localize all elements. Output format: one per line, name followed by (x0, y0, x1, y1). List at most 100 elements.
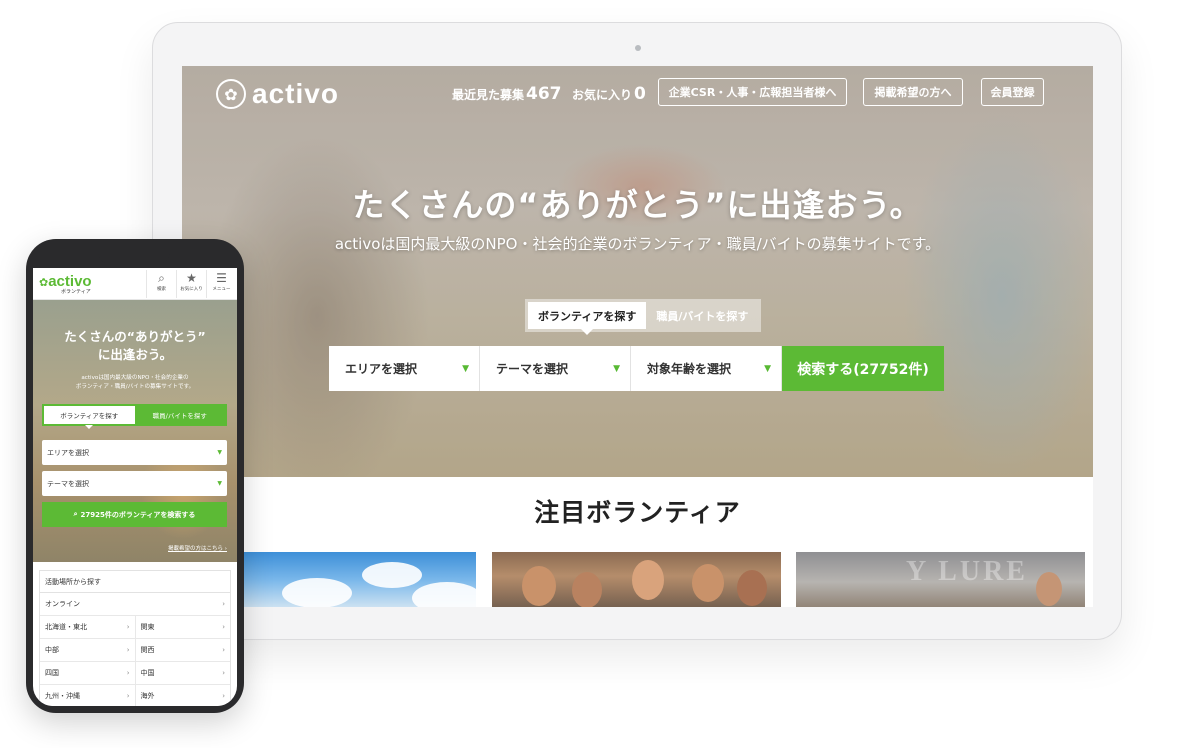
brand-logo[interactable]: ✿ activo (216, 78, 339, 110)
area-item-label: 海外 (140, 692, 155, 700)
desktop-hero: ✿ activo 最近見た募集 467 お気に入り 0 企業CSR・人事・広報担当者… (182, 66, 1093, 477)
mobile-listing-link[interactable]: 掲載希望の方はこちら › (168, 544, 227, 552)
hero-subtitle: activoは国内最大級のNPO・社会的企業のボランティア・職員/バイトの募集サ… (334, 235, 941, 253)
mobile-tab-volunteer[interactable]: ボランティアを探す (44, 406, 135, 429)
mobile-favorites-button[interactable]: ★ お気に入り (176, 270, 206, 298)
menu-icon: ☰ (216, 271, 227, 285)
mobile-brand-sub: ボランティア (61, 289, 91, 295)
mobile-hero-desc-line1: activoは国内最大級のNPO・社会的企業の (81, 375, 189, 381)
person-face (737, 570, 767, 606)
mobile-header: ✿activo ボランティア ⌕ 検索 ★ お気に入り ☰ メニュー (33, 268, 237, 300)
area-item[interactable]: 海外 › (134, 685, 231, 706)
area-item-label: 関西 (140, 646, 155, 654)
menu-label: メニュー (212, 287, 231, 292)
person-face (1036, 572, 1062, 606)
mobile-area-list: 活動場所から探す オンライン › 北海道・東北 › 関東 › 中部 › 関西 › 四国 › … (39, 570, 231, 706)
area-item-label: 九州・沖縄 (45, 692, 80, 700)
corporate-csr-button[interactable]: 企業CSR・人事・広報担当者様へ (658, 78, 847, 106)
brand-name: activo (252, 78, 339, 109)
featured-section-title: 注目ボランティア (534, 498, 741, 527)
area-item-label: 中国 (140, 669, 155, 677)
mobile-theme-select-label: テーマを選択 (47, 479, 89, 488)
area-row: 北海道・東北 › 関東 › (40, 616, 230, 639)
caret-down-icon: ▼ (217, 449, 222, 456)
area-item-label: 四国 (45, 669, 59, 677)
area-item[interactable]: 北海道・東北 › (40, 616, 135, 638)
chevron-right-icon: › (126, 623, 130, 631)
theme-select[interactable]: テーマを選択 ▼ (480, 346, 631, 391)
area-select[interactable]: エリアを選択 ▼ (329, 346, 480, 391)
person-face (572, 572, 602, 607)
cloud-shape (282, 578, 352, 607)
mobile-tab-staff-parttime[interactable]: 職員/バイトを探す (135, 406, 226, 424)
mobile-menu-button[interactable]: ☰ メニュー (206, 270, 236, 298)
mobile-area-select[interactable]: エリアを選択 ▼ (42, 440, 227, 465)
chevron-right-icon: › (222, 600, 225, 608)
area-row: 中部 › 関西 › (40, 639, 230, 662)
recent-viewed-label: 最近見た募集 (452, 88, 525, 102)
mobile-screen: ✿activo ボランティア ⌕ 検索 ★ お気に入り ☰ メニュー たくさんの… (33, 268, 237, 706)
area-item-label: オンライン (45, 600, 80, 608)
area-item[interactable]: 関東 › (134, 616, 231, 638)
area-row: オンライン › (40, 593, 230, 616)
star-icon: ★ (186, 271, 197, 285)
area-item-label: 中部 (45, 646, 59, 654)
person-face (692, 564, 724, 602)
flower-logo-icon: ✿ (39, 276, 49, 289)
favorites-link[interactable]: お気に入り 0 (572, 84, 646, 104)
area-item[interactable]: 関西 › (134, 639, 231, 661)
cloud-shape (362, 562, 422, 588)
flower-logo-icon: ✿ (216, 79, 246, 109)
chevron-right-icon: › (222, 669, 225, 677)
area-item-label: 北海道・東北 (45, 623, 87, 631)
mobile-search-button[interactable]: ⌕ 検索 (146, 270, 176, 298)
mobile-brand-logo[interactable]: ✿activo ボランティア (39, 271, 92, 295)
chevron-right-icon: › (126, 669, 130, 677)
favorites-label: お気に入り (572, 88, 633, 102)
mobile-theme-select[interactable]: テーマを選択 ▼ (42, 471, 227, 496)
caret-down-icon: ▼ (764, 363, 771, 374)
featured-card-sky[interactable] (242, 552, 476, 607)
search-bar: エリアを選択 ▼ テーマを選択 ▼ 対象年齢を選択 ▼ 検索する(27752件) (329, 346, 944, 391)
area-item[interactable]: 九州・沖縄 › (40, 685, 135, 706)
age-select[interactable]: 対象年齢を選択 ▼ (631, 346, 782, 391)
search-icon: ⌕ (158, 271, 165, 285)
favorites-label: お気に入り (180, 287, 203, 292)
camera-dot (635, 45, 641, 51)
mobile-hero-desc: activoは国内最大級のNPO・社会的企業の ボランティア・職員/バイトの募集… (33, 374, 237, 392)
chevron-right-icon: › (126, 646, 130, 654)
cloud-shape (412, 582, 476, 607)
hero-title: たくさんの“ありがとう”に出逢おう。 (352, 186, 923, 224)
chevron-right-icon: › (126, 692, 130, 700)
featured-card-children[interactable] (492, 552, 781, 607)
caret-down-icon: ▼ (217, 480, 222, 487)
area-row: 九州・沖縄 › 海外 › (40, 685, 230, 706)
mobile-hero-desc-line2: ボランティア・職員/バイトの募集サイトです。 (75, 384, 195, 390)
recent-viewed-link[interactable]: 最近見た募集 467 (452, 84, 562, 104)
desktop-screen: ✿ activo 最近見た募集 467 お気に入り 0 企業CSR・人事・広報担当者… (182, 66, 1093, 607)
member-register-button[interactable]: 会員登録 (981, 78, 1044, 106)
area-item-online[interactable]: オンライン › (40, 593, 230, 615)
chevron-right-icon: › (222, 692, 225, 700)
mobile-area-select-label: エリアを選択 (47, 448, 89, 457)
person-face (522, 566, 556, 606)
area-list-header: 活動場所から探す (40, 571, 230, 593)
search-tabs: ボランティアを探す 職員/バイトを探す (525, 299, 762, 335)
area-item[interactable]: 中国 › (134, 662, 231, 684)
tab-staff-parttime[interactable]: 職員/バイトを探す (646, 302, 758, 329)
featured-card-storefront[interactable]: Y LURE (796, 552, 1085, 607)
area-row: 四国 › 中国 › (40, 662, 230, 685)
listing-request-button[interactable]: 掲載希望の方へ (863, 78, 963, 106)
search-button[interactable]: 検索する(27752件) (782, 346, 944, 391)
mobile-hero: たくさんの“ありがとう” に出逢おう。 activoは国内最大級のNPO・社会的… (33, 300, 237, 562)
area-item[interactable]: 四国 › (40, 662, 135, 684)
mobile-search-button-label: 27925件のボランティアを検索する (80, 510, 196, 519)
search-label: 検索 (157, 287, 166, 292)
mobile-hero-title-line1: たくさんの“ありがとう” (64, 329, 206, 344)
favorites-count: 0 (634, 84, 646, 104)
caret-down-icon: ▼ (462, 363, 469, 374)
mobile-search-button-main[interactable]: ⌕ 27925件のボランティアを検索する (42, 502, 227, 527)
tab-volunteer[interactable]: ボランティアを探す (528, 302, 647, 335)
phone-notch (98, 243, 170, 265)
area-item[interactable]: 中部 › (40, 639, 135, 661)
